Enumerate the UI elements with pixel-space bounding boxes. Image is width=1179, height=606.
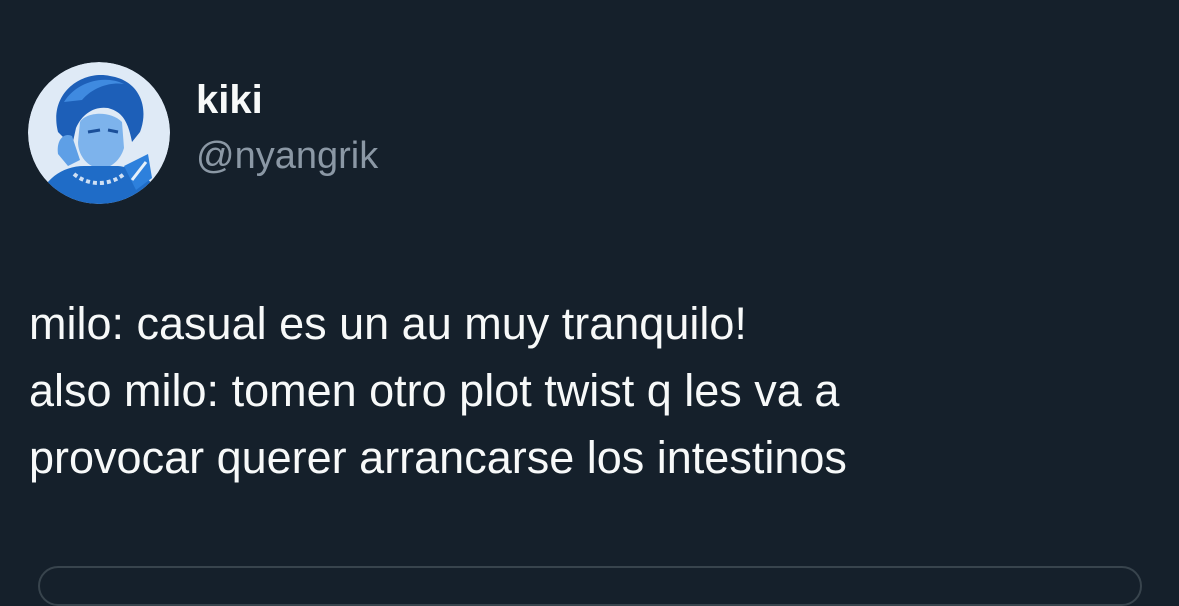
user-handle[interactable]: @nyangrik <box>196 132 378 180</box>
embedded-card-edge[interactable] <box>38 566 1142 606</box>
tweet-text-line: provocar querer arrancarse los intestino… <box>29 432 847 483</box>
tweet-text: milo: casual es un au muy tranquilo! als… <box>29 290 1149 491</box>
display-name[interactable]: kiki <box>196 76 378 124</box>
tweet-header: kiki @nyangrik <box>28 62 378 204</box>
tweet: kiki @nyangrik milo: casual es un au muy… <box>0 0 1179 606</box>
author-names: kiki @nyangrik <box>196 62 378 180</box>
avatar[interactable] <box>28 62 170 204</box>
avatar-image <box>28 62 170 204</box>
tweet-text-line: also milo: tomen otro plot twist q les v… <box>29 365 840 416</box>
tweet-text-line: milo: casual es un au muy tranquilo! <box>29 298 747 349</box>
